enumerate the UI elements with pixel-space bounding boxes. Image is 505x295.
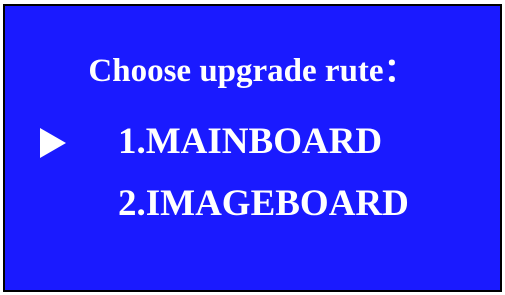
menu-option-imageboard[interactable]: 2.IMAGEBOARD	[118, 182, 409, 226]
selection-arrow-icon	[40, 128, 66, 158]
menu-title: Choose upgrade rute：	[88, 53, 417, 89]
menu-option-mainboard[interactable]: 1.MAINBOARD	[118, 120, 382, 164]
upgrade-menu-screen: Choose upgrade rute： 1.MAINBOARD 2.IMAGE…	[3, 4, 502, 292]
